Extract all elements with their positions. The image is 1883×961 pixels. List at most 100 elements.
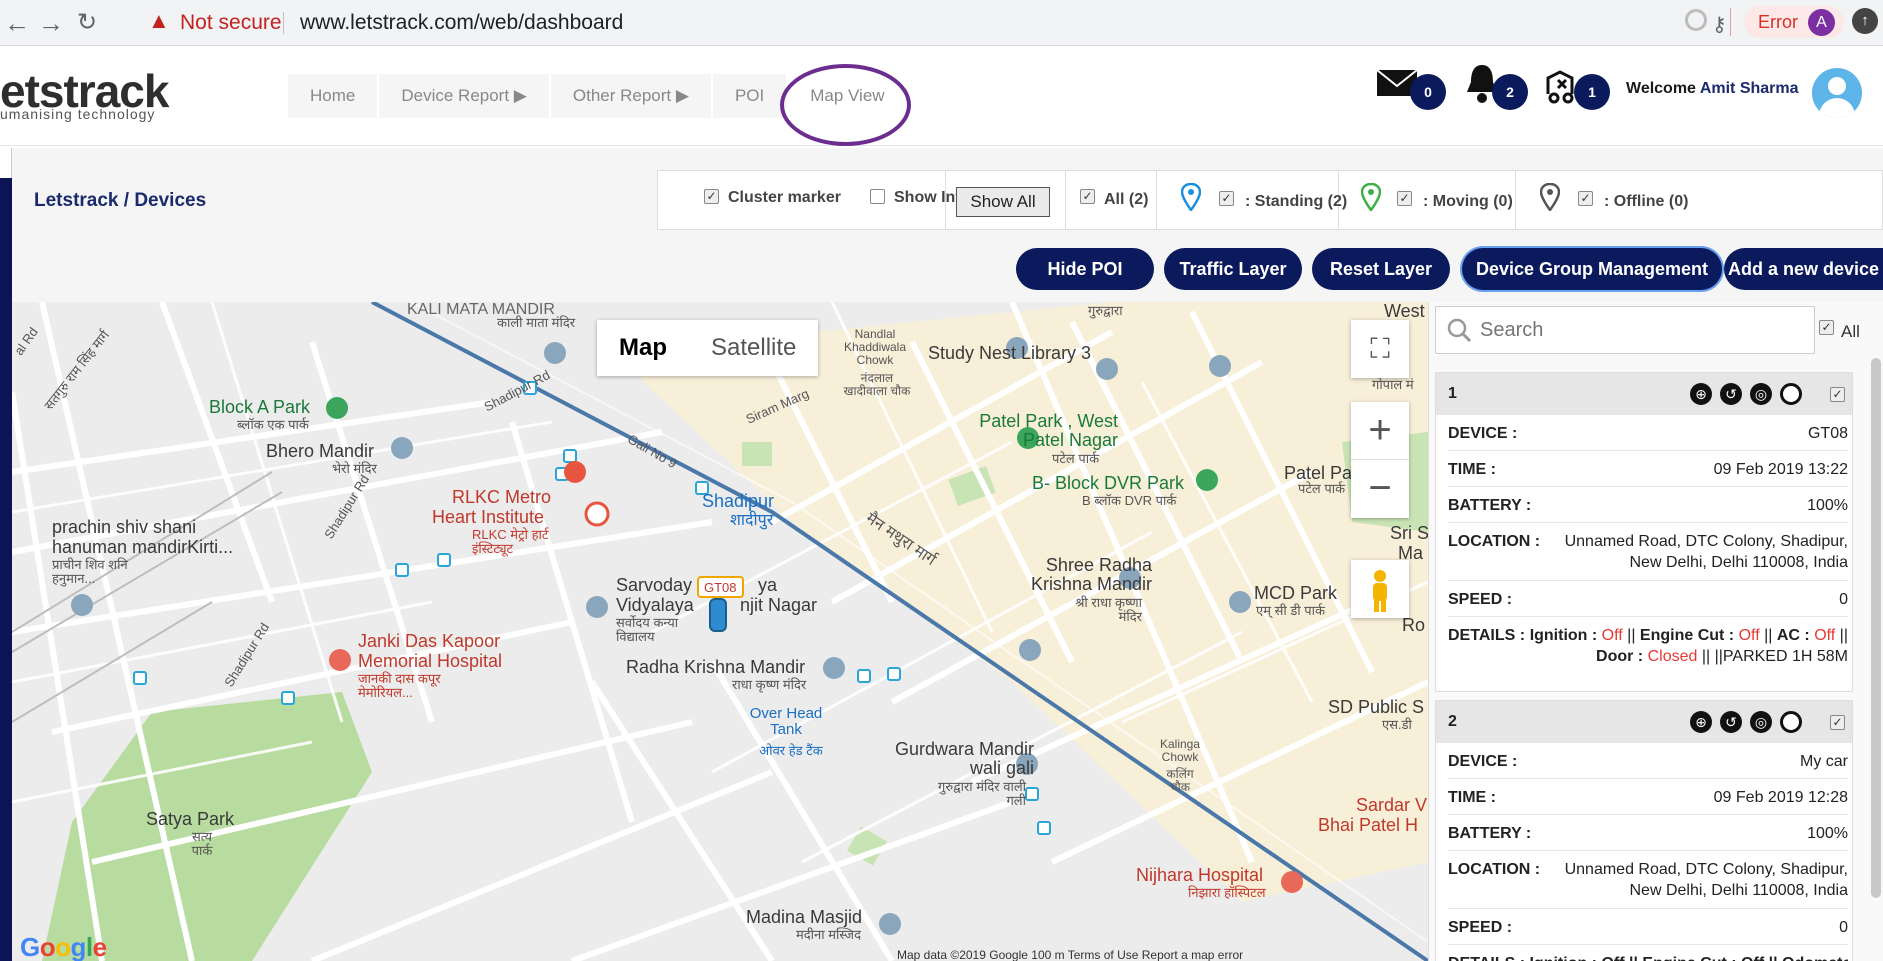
map-label-madina-masjid: Madina Masjid [746,907,863,927]
cluster-marker-checkbox[interactable]: ✓ [704,189,719,204]
ac-value: Off [1814,627,1836,644]
map-label-kali-mata-hi: काली माता मंदिर [497,315,576,330]
sidebar-toggle[interactable] [0,148,12,178]
map-label-rlkc-1: RLKC Metro [452,487,552,507]
map-label-kalinga: Kalinga Chowk [1159,737,1201,765]
extension-icon[interactable] [1685,9,1707,31]
map-label-nijhara-hi: निझारा हॉस्पिटल [1188,885,1266,900]
compass-icon[interactable]: ◎ [1750,711,1772,733]
speed-key: SPEED : [1448,919,1513,936]
standing-checkbox[interactable]: ✓ [1219,191,1234,206]
not-secure-label[interactable]: Not secure [180,11,282,35]
history-icon[interactable]: ↺ [1720,711,1742,733]
welcome-prefix: Welcome [1626,80,1696,97]
map-label-kalinga-hi: कलिंग चौक [1166,767,1194,795]
history-icon[interactable]: ↺ [1720,383,1742,405]
device-group-management-button[interactable]: Device Group Management [1462,248,1722,290]
map-label-radha-krishna: Radha Krishna Mandir [626,657,806,677]
mail-count-badge: 0 [1410,74,1446,110]
hide-poi-button[interactable]: Hide POI [1016,248,1154,290]
show-info-checkbox[interactable] [870,189,885,204]
compass-icon[interactable]: ◎ [1750,383,1772,405]
map-label-gurudwara-top: गुरुद्वारा [1088,303,1123,318]
nav-poi[interactable]: POI [712,74,787,118]
all-filter-checkbox[interactable]: ✓ [1080,189,1095,204]
loading-ring-icon[interactable] [1780,383,1802,405]
update-icon[interactable]: ↑ [1852,8,1878,34]
panel-scrollbar[interactable] [1871,358,1881,898]
map-label-prachin-hi: प्राचीन शिव शनि हनुमान... [52,557,128,587]
map-label-satya-park-hi: सत्य पार्क [191,829,213,859]
time-value: 09 Feb 2019 12:28 [1713,789,1848,806]
search-input[interactable] [1480,307,1810,353]
map-label-nandlal-hi: नंदलाल खादीवाला चौक [843,371,911,399]
map-type-map[interactable]: Map [597,320,689,376]
reset-layer-button[interactable]: Reset Layer [1312,248,1450,290]
map-label-shree-radha: Shree Radha Krishna Mandir [1030,555,1152,594]
globe-icon[interactable]: ⊕ [1690,711,1712,733]
offline-pin-icon [1540,183,1560,211]
address-bar[interactable]: ▲ Not secure www.letstrack.com/web/dashb… [132,4,1777,40]
moving-filter-cell: ✓ : Moving (0) [1339,171,1516,229]
url-text[interactable]: www.letstrack.com/web/dashboard [300,11,623,35]
offline-checkbox[interactable]: ✓ [1578,191,1593,206]
marker-options: ✓ Cluster marker Show Info [658,171,970,229]
user-name[interactable]: Amit Sharma [1700,80,1799,97]
add-new-device-button[interactable]: Add a new device [1724,248,1883,290]
map-attribution[interactable]: Map data ©2019 Google 100 m Terms of Use… [897,948,1243,961]
device-checkbox[interactable]: ✓ [1830,715,1845,730]
moving-checkbox[interactable]: ✓ [1397,191,1412,206]
key-icon[interactable]: ⚷ [1712,12,1727,37]
notification-count-badge: 2 [1492,74,1528,110]
map-label-prachin-2: hanuman mandirKirti... [52,537,234,557]
vehicle-label[interactable]: GT08 [697,576,744,598]
profile-error-button[interactable]: Error A [1744,6,1844,38]
user-avatar[interactable] [1812,68,1862,118]
map-type-control: Map Satellite [597,320,819,376]
back-arrow-icon[interactable]: ← [0,6,34,40]
forward-arrow-icon[interactable]: → [34,6,68,40]
battery-row: BATTERY : 100% [1448,815,1848,851]
device-checkbox[interactable]: ✓ [1830,387,1845,402]
details-row: DETAILS : Ignition : Off || Engine Cut :… [1448,617,1848,677]
details-row: DETAILS : Ignition : Off || Engine Cut :… [1448,945,1848,961]
show-all-button[interactable]: Show All [956,187,1050,217]
nav-device-report[interactable]: Device Report ▶ [379,74,549,118]
map-label-sarvoday-1: Sarvoday [616,575,693,595]
device-card[interactable]: 2 ⊕ ↺ ◎ ✓ DEVICE : My car TIME : 09 Feb … [1435,700,1853,961]
zoom-in-icon[interactable]: + [1351,402,1409,460]
loading-ring-icon[interactable] [1780,711,1802,733]
map-label-ranjit-tail: ya [758,575,778,595]
reload-icon[interactable]: ↻ [70,6,104,40]
globe-icon[interactable]: ⊕ [1690,383,1712,405]
nav-other-report[interactable]: Other Report ▶ [550,74,711,118]
search-icon [1447,318,1472,343]
car-icon[interactable] [709,598,727,632]
traffic-layer-button[interactable]: Traffic Layer [1164,248,1302,290]
filter-panel: ✓ Cluster marker Show Info Show All ✓ Al… [657,170,1883,230]
speed-key: SPEED : [1448,591,1513,608]
map-type-satellite[interactable]: Satellite [689,320,818,376]
device-search[interactable] [1435,306,1815,354]
nav-home[interactable]: Home [288,74,378,118]
time-key: TIME : [1448,461,1496,478]
map-canvas[interactable]: KALI MATA MANDIR काली माता मंदिर Block A… [12,302,1428,961]
map-label-overhead-tank-hi: ओवर हेड टैंक [759,743,823,758]
zoom-out-icon[interactable]: − [1351,460,1409,518]
map-label-nijhara: Nijhara Hospital [1136,865,1264,885]
details-text: DETAILS : Ignition : Off || Engine Cut :… [1448,627,1848,665]
device-row: DEVICE : GT08 [1448,415,1848,451]
map-label-satya-park: Satya Park [146,809,235,829]
location-key: LOCATION : [1448,533,1541,550]
breadcrumb: Letstrack / Devices [34,190,207,211]
street-view-pegman-icon[interactable] [1351,560,1409,618]
device-card[interactable]: 1 ⊕ ↺ ◎ ✓ DEVICE : GT08 TIME : 09 Feb 20… [1435,372,1853,692]
select-all-checkbox[interactable]: ✓ [1819,320,1834,335]
details-text: DETAILS : Ignition : Off || Engine Cut :… [1448,953,1848,961]
fullscreen-icon[interactable]: ⛶ [1351,320,1409,378]
avatar-head [1828,77,1846,95]
action-bar: Hide POI Traffic Layer Reset Layer Devic… [12,238,1883,302]
show-all-cell: Show All [946,171,1066,229]
map-label-gurdwara: Gurdwara Mandir wali gali [894,739,1034,778]
sidebar-collapsed[interactable] [0,148,12,961]
